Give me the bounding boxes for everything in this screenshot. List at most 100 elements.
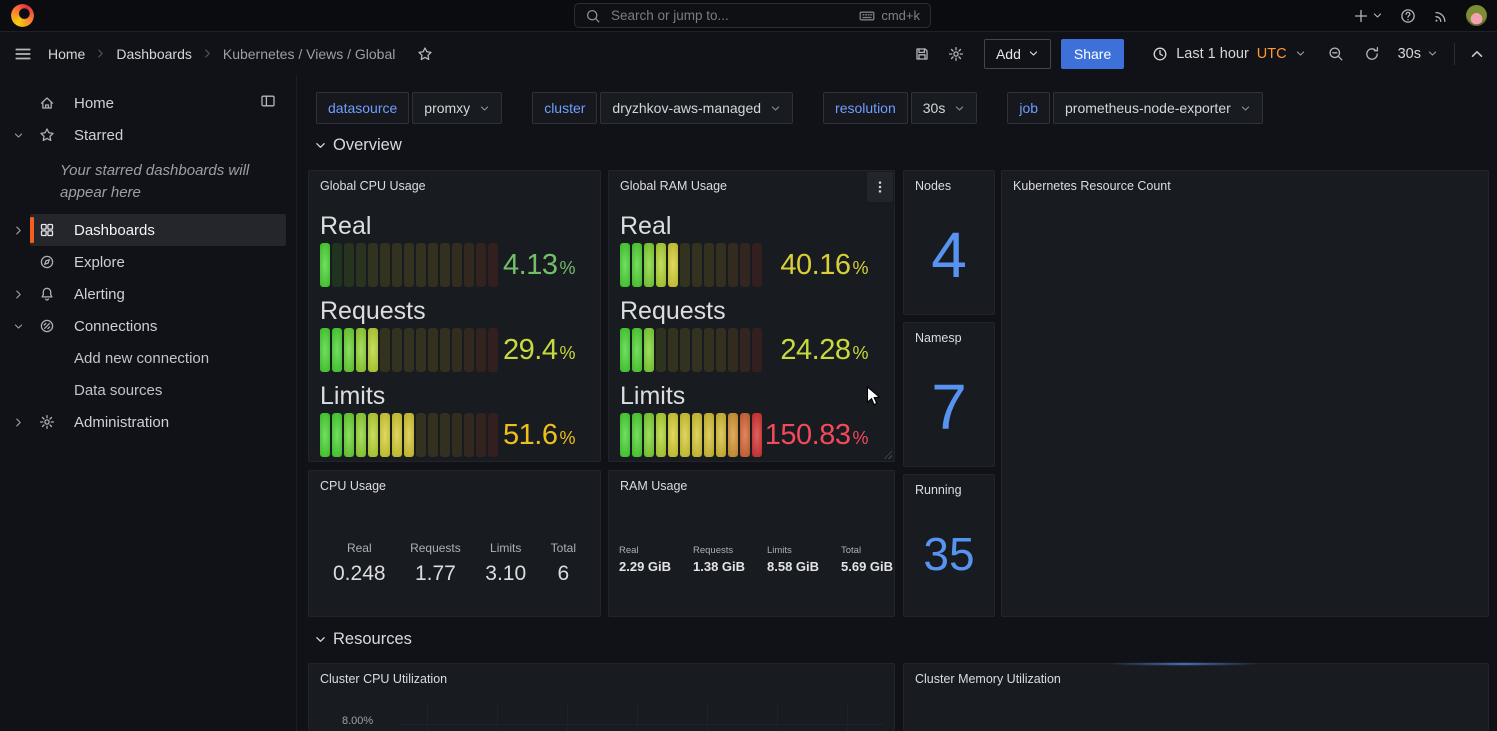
gauge-cell [320, 413, 330, 457]
gauge-title: Requests [620, 296, 894, 326]
caret-down-icon [314, 633, 327, 646]
gauge-cell [356, 328, 366, 372]
save-dashboard-button[interactable] [914, 46, 930, 62]
sidebar-item-home[interactable]: Home [0, 87, 286, 119]
bell-icon [39, 286, 55, 302]
panel-title[interactable]: Cluster Memory Utilization [915, 672, 1061, 686]
stat-limits: Limits8.58 GiB [767, 545, 841, 616]
dock-menu-button[interactable] [260, 93, 276, 113]
panel-title[interactable]: Global RAM Usage [620, 179, 727, 193]
search-box[interactable]: cmd+k [574, 3, 931, 28]
expand-down-icon-slot[interactable] [6, 310, 30, 342]
filter-value-datasource[interactable]: promxy [412, 92, 502, 124]
sidebar-item-explore[interactable]: Explore [0, 246, 286, 278]
grafana-logo[interactable] [11, 4, 34, 27]
gutter [6, 87, 30, 119]
star-icon [39, 127, 55, 143]
gauge-cell [752, 413, 762, 457]
favorite-dashboard-button[interactable] [417, 46, 433, 62]
filter-value-resolution[interactable]: 30s [911, 92, 978, 124]
question-icon [1400, 8, 1416, 24]
filter-label-datasource: datasource [316, 92, 409, 124]
stat-label: Total [551, 541, 576, 555]
keyboard-icon [859, 8, 875, 24]
panel-global-cpu-usage: Global CPU Usage Real4.13%Requests29.4%L… [308, 170, 601, 462]
filter-value-job[interactable]: prometheus-node-exporter [1053, 92, 1263, 124]
refresh-icon [1364, 46, 1380, 62]
expand-right-icon-slot[interactable] [6, 214, 30, 246]
sidebar-item-add-new-connection[interactable]: Add new connection [0, 342, 286, 374]
new-button[interactable] [1353, 8, 1383, 24]
gauge-title: Requests [320, 296, 600, 326]
stat-total: Total6 [551, 541, 576, 616]
caret-down-icon [1240, 103, 1251, 114]
panel-menu-button[interactable] [867, 172, 893, 202]
help-button[interactable] [1400, 8, 1416, 24]
breadcrumb-dashboards[interactable]: Dashboards [116, 46, 192, 62]
sidebar-item-alerting[interactable]: Alerting [0, 278, 286, 310]
sidebar-item-starred[interactable]: Starred [0, 119, 286, 151]
filter-label-cluster: cluster [532, 92, 597, 124]
section-resources[interactable]: Resources [314, 630, 412, 649]
stat-limits: Limits3.10 [485, 541, 526, 616]
gauge-cell [320, 243, 330, 287]
gauge-cell [344, 413, 354, 457]
top-bar: cmd+k [0, 0, 1497, 32]
plus-icon [1353, 8, 1369, 24]
breadcrumb-toolbar: Home Dashboards Kubernetes / Views / Glo… [0, 32, 1497, 75]
sidebar-item-administration[interactable]: Administration [0, 406, 286, 438]
panel-namespaces: Namesp 7 [903, 322, 995, 467]
refresh-button[interactable] [1364, 46, 1380, 62]
gauge-title: Real [320, 211, 600, 241]
add-label: Add [996, 46, 1021, 62]
dashboard-toolbar: Add Share Last 1 hour UTC 30s [914, 39, 1497, 69]
gauge-cell [368, 328, 378, 372]
panel-title[interactable]: Kubernetes Resource Count [1013, 179, 1171, 193]
gauge-bar [320, 328, 498, 372]
gutter [6, 342, 30, 374]
gauge-cell [692, 243, 702, 287]
chart-gridlines [427, 702, 884, 731]
breadcrumb-current: Kubernetes / Views / Global [223, 46, 396, 62]
gauge-cell [392, 328, 402, 372]
zoom-out-time-button[interactable] [1328, 46, 1344, 62]
panel-title[interactable]: Cluster CPU Utilization [320, 672, 447, 686]
news-button[interactable] [1433, 8, 1449, 24]
mega-menu-button[interactable] [14, 45, 32, 63]
gauge-cell [620, 243, 630, 287]
save-icon [914, 46, 930, 62]
gauge-cell [452, 413, 462, 457]
gauge-cell [716, 328, 726, 372]
share-button[interactable]: Share [1061, 39, 1124, 69]
filter-value-cluster[interactable]: dryzhkov-aws-managed [600, 92, 793, 124]
expand-right-icon-slot[interactable] [6, 278, 30, 310]
collapse-toolbar-button[interactable] [1469, 46, 1485, 62]
gauge-cell [668, 413, 678, 457]
breadcrumb-home[interactable]: Home [48, 46, 85, 62]
avatar[interactable] [1466, 5, 1487, 26]
sidebar-item-label: Explore [74, 254, 125, 271]
expand-right-icon-slot[interactable] [6, 406, 30, 438]
gauge-real: Real40.16% [620, 211, 894, 287]
sidebar-item-connections[interactable]: Connections [0, 310, 286, 342]
dashboard-settings-button[interactable] [948, 46, 964, 62]
gauge-value: 150.83% [765, 419, 868, 452]
gauge-title: Limits [320, 381, 600, 411]
gauge-cell [464, 243, 474, 287]
time-range-picker[interactable]: Last 1 hour UTC [1152, 46, 1305, 62]
filter-cluster: clusterdryzhkov-aws-managed [532, 92, 793, 124]
expand-down-icon-slot[interactable] [6, 119, 30, 151]
stat-value: 8.58 GiB [767, 559, 841, 574]
panel-title[interactable]: Global CPU Usage [320, 179, 426, 193]
sidebar-item-data-sources[interactable]: Data sources [0, 374, 286, 406]
refresh-interval-picker[interactable]: 30s [1398, 46, 1438, 62]
search-input[interactable] [609, 7, 851, 24]
panel-resize-handle[interactable] [883, 450, 892, 459]
sidebar-item-dashboards[interactable]: Dashboards [0, 214, 286, 246]
gauge-cell [476, 413, 486, 457]
timezone-label: UTC [1257, 46, 1287, 62]
dock-icon [260, 93, 276, 109]
add-panel-button[interactable]: Add [984, 39, 1051, 69]
gauge-cell [740, 243, 750, 287]
section-overview[interactable]: Overview [314, 136, 402, 155]
